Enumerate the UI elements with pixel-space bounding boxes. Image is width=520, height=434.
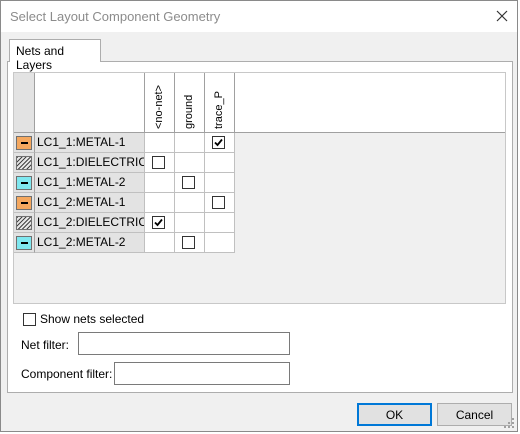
window-title: Select Layout Component Geometry xyxy=(10,9,221,24)
column-header-no-net: <no-net> xyxy=(145,73,175,133)
grid-row: LC1_1:METAL-2 xyxy=(14,173,235,193)
grid-cell xyxy=(145,133,175,153)
grid-cell[interactable] xyxy=(205,193,235,213)
layer-name: LC1_1:METAL-1 xyxy=(35,133,145,153)
header-filler xyxy=(235,73,505,133)
layer-net-checkbox[interactable] xyxy=(212,196,225,209)
layer-name: LC1_2:METAL-1 xyxy=(35,193,145,213)
grid-cell xyxy=(205,173,235,193)
grid-cell xyxy=(145,193,175,213)
grid-cell xyxy=(175,193,205,213)
grid-cell xyxy=(145,173,175,193)
dialog-window: Select Layout Component Geometry Nets an… xyxy=(0,0,518,432)
metal-layer-icon xyxy=(16,196,32,210)
show-nets-selected-checkbox[interactable] xyxy=(23,313,36,326)
layer-name: LC1_2:METAL-2 xyxy=(35,233,145,253)
layer-net-checkbox[interactable] xyxy=(152,156,165,169)
title-bar: Select Layout Component Geometry xyxy=(1,1,517,32)
tab-panel: <no-net> ground trace_P LC1_1:METAL-1 LC1_1:… xyxy=(7,61,513,393)
layer-net-checkbox[interactable] xyxy=(182,176,195,189)
grid-cell xyxy=(205,213,235,233)
net-filter-label: Net filter: xyxy=(21,338,70,352)
component-filter-field[interactable] xyxy=(114,362,290,385)
grid-row: LC1_2:DIELECTRIC-1 xyxy=(14,213,235,233)
metal-layer-icon xyxy=(16,136,32,150)
grid-row: LC1_1:METAL-1 xyxy=(14,133,235,153)
grid-row: LC1_2:METAL-1 xyxy=(14,193,235,213)
show-nets-selected-label: Show nets selected xyxy=(40,312,145,326)
grid-cell xyxy=(205,153,235,173)
grid-cell[interactable] xyxy=(175,233,205,253)
cancel-button[interactable]: Cancel xyxy=(437,403,512,426)
checkmark-icon xyxy=(154,218,163,227)
grid-cell[interactable] xyxy=(175,173,205,193)
net-filter-field[interactable] xyxy=(78,332,290,355)
grid-cell[interactable] xyxy=(145,213,175,233)
metal-layer-icon xyxy=(16,176,32,190)
close-icon xyxy=(496,10,508,22)
dielectric-hatch-icon xyxy=(16,156,32,170)
grid-row: LC1_1:DIELECTRIC-1 xyxy=(14,153,235,173)
layer-name: LC1_2:DIELECTRIC-1 xyxy=(35,213,145,233)
row-header[interactable] xyxy=(14,233,35,253)
grid-row: LC1_2:METAL-2 xyxy=(14,233,235,253)
tab-label: Nets and Layers xyxy=(16,44,65,72)
layer-net-checkbox[interactable] xyxy=(152,216,165,229)
ok-button[interactable]: OK xyxy=(357,403,432,426)
layer-name-header xyxy=(35,73,145,133)
grid-cell xyxy=(175,153,205,173)
resize-grip-icon[interactable] xyxy=(503,417,515,429)
row-header[interactable] xyxy=(14,153,35,173)
net-filter-input[interactable] xyxy=(79,333,289,354)
nets-layers-grid: <no-net> ground trace_P LC1_1:METAL-1 LC1_1:… xyxy=(13,72,506,304)
grid-cell[interactable] xyxy=(145,153,175,173)
row-header[interactable] xyxy=(14,193,35,213)
layer-net-checkbox[interactable] xyxy=(182,236,195,249)
column-header-label: ground xyxy=(183,94,195,129)
grid-cell xyxy=(145,233,175,253)
grid-cell xyxy=(205,233,235,253)
tab-nets-and-layers[interactable]: Nets and Layers xyxy=(9,39,101,72)
column-header-ground: ground xyxy=(175,73,205,133)
column-header-label: <no-net> xyxy=(153,84,165,129)
grid-corner xyxy=(14,73,35,133)
component-filter-label: Component filter: xyxy=(21,367,113,381)
checkmark-icon xyxy=(214,138,223,147)
metal-layer-icon xyxy=(16,236,32,250)
column-header-label: trace_P xyxy=(213,91,225,129)
grid-cell xyxy=(175,133,205,153)
layer-name: LC1_1:DIELECTRIC-1 xyxy=(35,153,145,173)
grid-cell xyxy=(175,213,205,233)
component-filter-input[interactable] xyxy=(115,363,289,384)
layer-net-checkbox[interactable] xyxy=(212,136,225,149)
row-header[interactable] xyxy=(14,133,35,153)
dielectric-hatch-icon xyxy=(16,216,32,230)
grid-cell[interactable] xyxy=(205,133,235,153)
row-header[interactable] xyxy=(14,213,35,233)
column-header-trace-p: trace_P xyxy=(205,73,235,133)
row-header[interactable] xyxy=(14,173,35,193)
layer-name: LC1_1:METAL-2 xyxy=(35,173,145,193)
close-button[interactable] xyxy=(489,3,515,29)
